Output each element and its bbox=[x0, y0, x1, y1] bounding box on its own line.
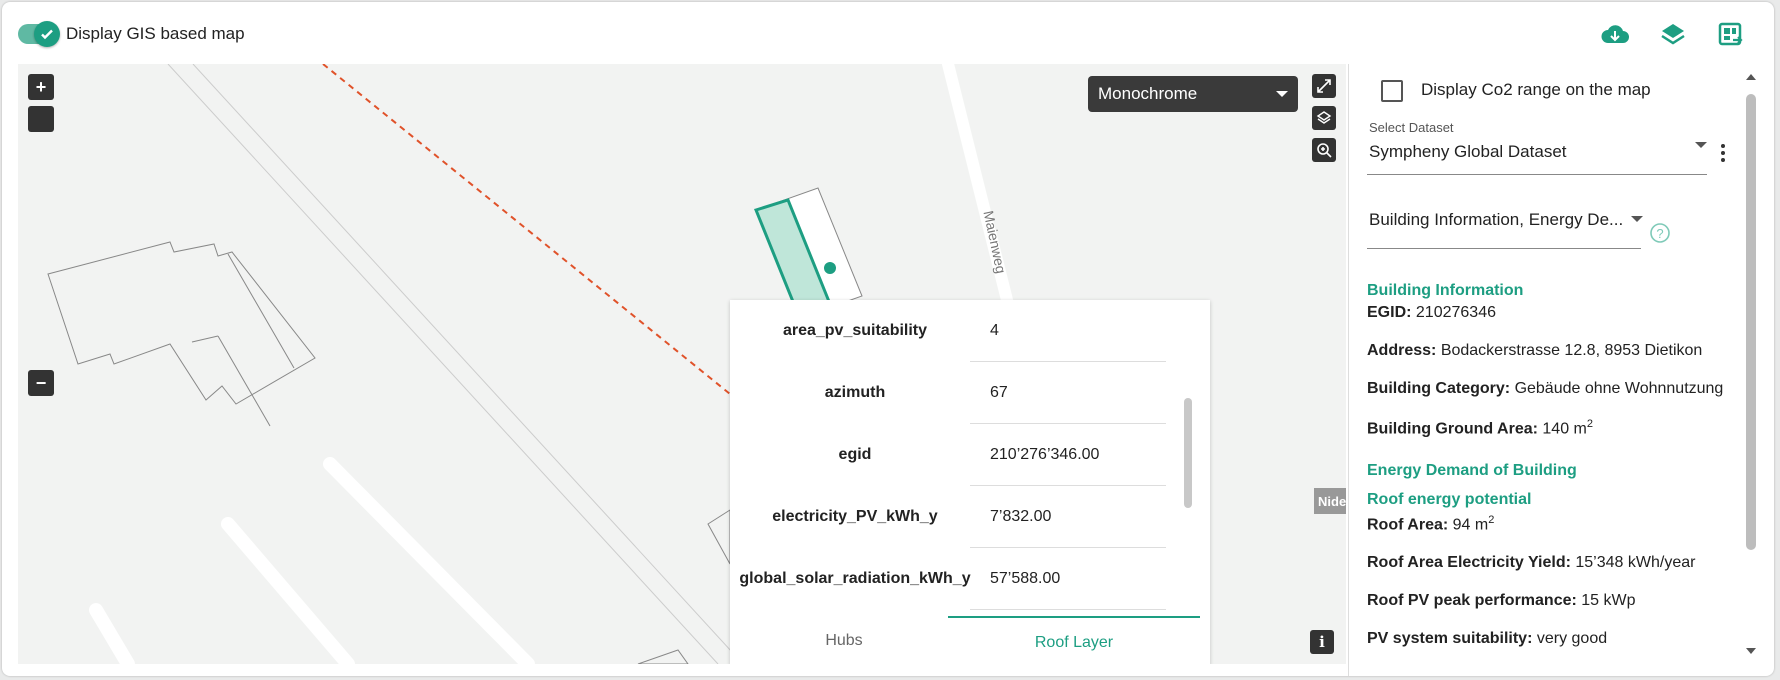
ground-area-label: Building Ground Area: bbox=[1367, 420, 1538, 438]
chevron-down-icon bbox=[1276, 91, 1288, 97]
table-row: electricity_PV_kWh_y 7’832.00 bbox=[730, 486, 1166, 548]
category-line: Building Category: Gebäude ohne Wohnnutz… bbox=[1367, 380, 1737, 398]
address-line: Address: Bodackerstrasse 12.8, 8953 Diet… bbox=[1367, 342, 1737, 360]
attribute-key: egid bbox=[838, 446, 872, 463]
attribute-value: 67 bbox=[970, 362, 1166, 424]
pv-peak-label: Roof PV peak performance: bbox=[1367, 592, 1577, 609]
roof-area-label: Roof Area: bbox=[1367, 516, 1449, 534]
info-button[interactable]: i bbox=[1310, 630, 1334, 654]
dataset-underline bbox=[1367, 174, 1707, 175]
basemap-style-value: Monochrome bbox=[1098, 84, 1198, 103]
attribute-value: 57’588.00 bbox=[970, 548, 1166, 610]
roof-yield-value: 15’348 kWh/year bbox=[1575, 554, 1696, 571]
gis-map-toggle[interactable] bbox=[18, 21, 60, 47]
category-value: Gebäude ohne Wohnnutzung bbox=[1514, 380, 1724, 397]
table-row: egid 210’276’346.00 bbox=[730, 424, 1166, 486]
dataset-select[interactable]: Sympheny Global Dataset bbox=[1369, 142, 1567, 162]
roof-area-line: Roof Area: 94 m2 bbox=[1367, 514, 1737, 534]
chevron-down-icon[interactable] bbox=[1631, 216, 1643, 222]
address-label: Address: bbox=[1367, 342, 1437, 359]
ground-area-value: 140 m bbox=[1542, 420, 1587, 438]
attribute-value: 210’276’346.00 bbox=[970, 424, 1166, 486]
panel-scrollbar-thumb[interactable] bbox=[1746, 94, 1756, 550]
app-window: Display GIS based map + − Maienweg Monoc… bbox=[2, 2, 1774, 676]
roof-yield-line: Roof Area Electricity Yield: 15’348 kWh/… bbox=[1367, 554, 1737, 572]
ground-area-line: Building Ground Area: 140 m2 bbox=[1367, 418, 1737, 438]
table-row: azimuth 67 bbox=[730, 362, 1166, 424]
info-panel: Display Co2 range on the map Select Data… bbox=[1348, 64, 1743, 676]
map-link-icon[interactable] bbox=[1716, 20, 1746, 50]
map-view[interactable]: + − Maienweg Monochrome Nide i area_pv_s… bbox=[18, 64, 1346, 664]
svg-text:?: ? bbox=[1656, 226, 1663, 241]
pv-suitability-line: PV system suitability: very good bbox=[1367, 630, 1737, 648]
egid-value: 210276346 bbox=[1415, 304, 1496, 321]
attribute-key: global_solar_radiation_kWh_y bbox=[739, 570, 971, 587]
basemap-style-select[interactable]: Monochrome bbox=[1088, 76, 1298, 112]
top-bar: Display GIS based map bbox=[2, 2, 1774, 64]
roof-area-value: 94 m bbox=[1452, 516, 1489, 534]
address-value: Bodackerstrasse 12.8, 8953 Dietikon bbox=[1440, 342, 1703, 359]
roof-yield-label: Roof Area Electricity Yield: bbox=[1367, 554, 1571, 571]
help-icon[interactable]: ? bbox=[1649, 222, 1671, 249]
pv-suitability-value: very good bbox=[1536, 630, 1608, 647]
popup-scrollbar[interactable] bbox=[1184, 398, 1192, 508]
egid-label: EGID: bbox=[1367, 304, 1412, 321]
energy-demand-heading: Energy Demand of Building bbox=[1367, 462, 1577, 479]
dataset-field-label: Select Dataset bbox=[1369, 120, 1454, 135]
attribute-key: electricity_PV_kWh_y bbox=[772, 508, 938, 525]
layers-icon[interactable] bbox=[1658, 20, 1688, 50]
co2-range-checkbox[interactable] bbox=[1381, 80, 1403, 102]
roof-potential-heading: Roof energy potential bbox=[1367, 491, 1532, 508]
popup-tabs: Hubs Roof Layer bbox=[730, 616, 1210, 664]
pv-peak-value: 15 kWp bbox=[1581, 592, 1636, 609]
co2-range-label: Display Co2 range on the map bbox=[1421, 80, 1651, 99]
layers-icon[interactable] bbox=[1312, 106, 1336, 130]
attribute-key: area_pv_suitability bbox=[782, 322, 928, 339]
fullscreen-icon[interactable] bbox=[1312, 74, 1336, 98]
feature-popup: area_pv_suitability 4 azimuth 67 egid 21… bbox=[730, 300, 1210, 664]
edge-label: Nide bbox=[1314, 488, 1346, 514]
zoom-out-button[interactable]: − bbox=[28, 370, 54, 396]
tab-hubs[interactable]: Hubs bbox=[730, 616, 958, 664]
table-row: area_pv_suitability 4 bbox=[730, 300, 1166, 362]
pv-peak-line: Roof PV peak performance: 15 kWp bbox=[1367, 592, 1737, 610]
attribute-value: 7’832.00 bbox=[970, 486, 1166, 548]
gis-map-toggle-label: Display GIS based map bbox=[66, 24, 245, 43]
more-options-icon[interactable] bbox=[1721, 144, 1725, 165]
zoom-search-icon[interactable] bbox=[1312, 138, 1336, 162]
pv-suitability-label: PV system suitability: bbox=[1367, 630, 1533, 647]
attribute-key: azimuth bbox=[824, 384, 886, 401]
chevron-down-icon[interactable] bbox=[1695, 142, 1707, 148]
superscript: 2 bbox=[1586, 418, 1593, 430]
info-layers-underline bbox=[1367, 248, 1641, 249]
cloud-download-icon[interactable] bbox=[1600, 20, 1630, 50]
check-icon bbox=[34, 21, 60, 47]
info-layers-select[interactable]: Building Information, Energy De... bbox=[1369, 210, 1623, 230]
attribute-value: 4 bbox=[970, 300, 1166, 362]
tab-roof-layer[interactable]: Roof Layer bbox=[948, 616, 1200, 664]
superscript: 2 bbox=[1488, 514, 1495, 526]
building-info-heading: Building Information bbox=[1367, 282, 1524, 299]
zoom-in-button[interactable]: + bbox=[28, 74, 54, 100]
draw-rectangle-button[interactable] bbox=[28, 106, 54, 132]
category-label: Building Category: bbox=[1367, 380, 1511, 397]
table-row: global_solar_radiation_kWh_y 57’588.00 bbox=[730, 548, 1166, 610]
egid-line: EGID: 210276346 bbox=[1367, 304, 1737, 322]
